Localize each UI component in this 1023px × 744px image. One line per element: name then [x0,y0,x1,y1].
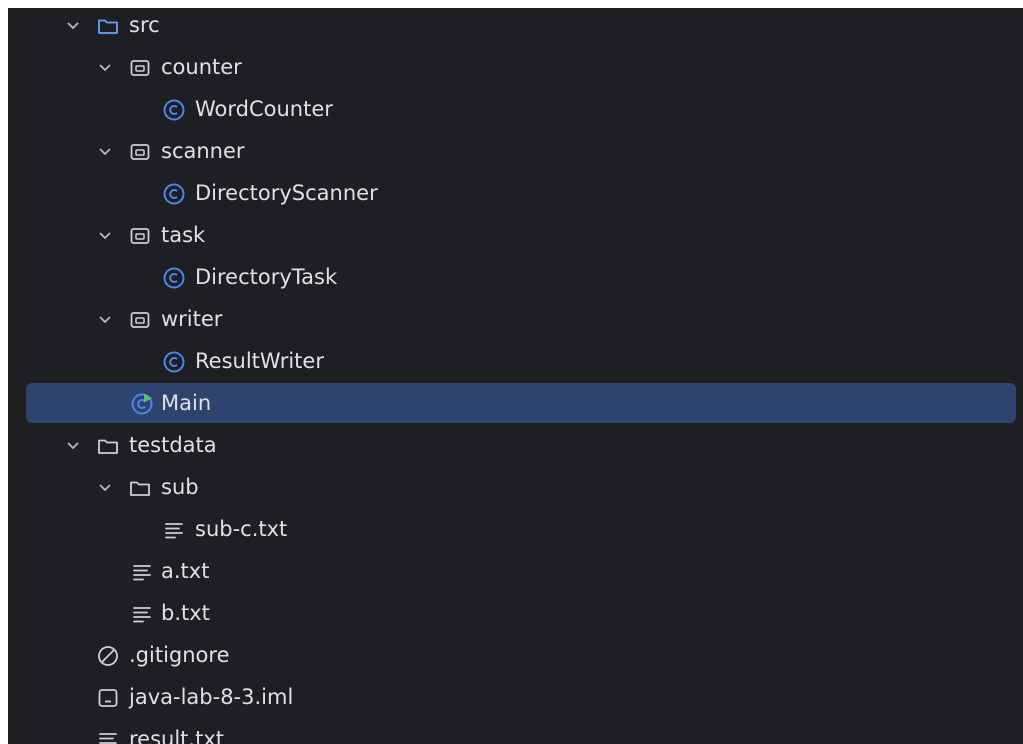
tree-node-label: a.txt [161,559,210,583]
tree-node-a-txt[interactable]: a.txt [8,550,1023,592]
tree-node-gitignore[interactable]: .gitignore [8,634,1023,676]
tree-node-writer[interactable]: writer [8,298,1023,340]
project-tree-panel: src counter WordCounter scanner Director… [8,8,1023,744]
tree-node-label: .gitignore [129,643,230,667]
text-file-icon [133,607,151,623]
source-folder-icon [98,19,118,34]
text-file-icon [133,565,151,581]
tree-node-b-txt[interactable]: b.txt [8,592,1023,634]
tree-node-label: DirectoryTask [195,265,338,289]
java-class-icon [163,351,185,373]
java-class-icon [163,183,185,205]
chevron-down-icon[interactable] [63,435,83,455]
tree-node-sub[interactable]: sub [8,466,1023,508]
tree-node-src[interactable]: src [8,8,1023,46]
tree-node-result-writer[interactable]: ResultWriter [8,340,1023,382]
tree-node-label: sub [161,475,199,499]
tree-node-result-txt[interactable]: result.txt [8,718,1023,744]
tree-node-label: src [129,13,160,37]
tree-node-task[interactable]: task [8,214,1023,256]
tree-node-directory-task[interactable]: DirectoryTask [8,256,1023,298]
chevron-down-icon[interactable] [95,477,115,497]
package-icon [130,312,150,328]
chevron-down-icon[interactable] [63,15,83,35]
module-file-icon [98,689,118,707]
folder-icon [130,481,150,496]
package-icon [130,60,150,76]
tree-node-label: testdata [129,433,217,457]
tree-node-word-counter[interactable]: WordCounter [8,88,1023,130]
tree-node-label: DirectoryScanner [195,181,378,205]
chevron-down-icon[interactable] [95,141,115,161]
chevron-down-icon[interactable] [95,57,115,77]
chevron-down-icon[interactable] [95,309,115,329]
package-icon [130,228,150,244]
tree-node-label: WordCounter [195,97,333,121]
tree-node-scanner[interactable]: scanner [8,130,1023,172]
tree-node-label: java-lab-8-3.iml [129,685,294,709]
tree-node-label: Main [161,391,212,415]
tree-node-testdata[interactable]: testdata [8,424,1023,466]
ignored-file-icon [98,646,118,666]
text-file-icon [165,523,183,539]
tree-node-label: writer [161,307,223,331]
tree-node-label: scanner [161,139,245,163]
tree-node-label: sub-c.txt [195,517,288,541]
tree-node-label: ResultWriter [195,349,324,373]
folder-icon [98,439,118,454]
chevron-down-icon[interactable] [95,225,115,245]
tree-node-main[interactable]: Main [8,382,1023,424]
tree-node-counter[interactable]: counter [8,46,1023,88]
java-class-icon [163,267,185,289]
runnable-class-icon [131,393,153,415]
tree-node-label: task [161,223,206,247]
tree-node-iml[interactable]: java-lab-8-3.iml [8,676,1023,718]
java-class-icon [163,99,185,121]
tree-node-label: b.txt [161,601,210,625]
package-icon [130,144,150,160]
text-file-icon [99,733,117,744]
tree-node-label: result.txt [129,727,224,744]
tree-node-label: counter [161,55,242,79]
tree-node-directory-scanner[interactable]: DirectoryScanner [8,172,1023,214]
tree-node-sub-c-txt[interactable]: sub-c.txt [8,508,1023,550]
